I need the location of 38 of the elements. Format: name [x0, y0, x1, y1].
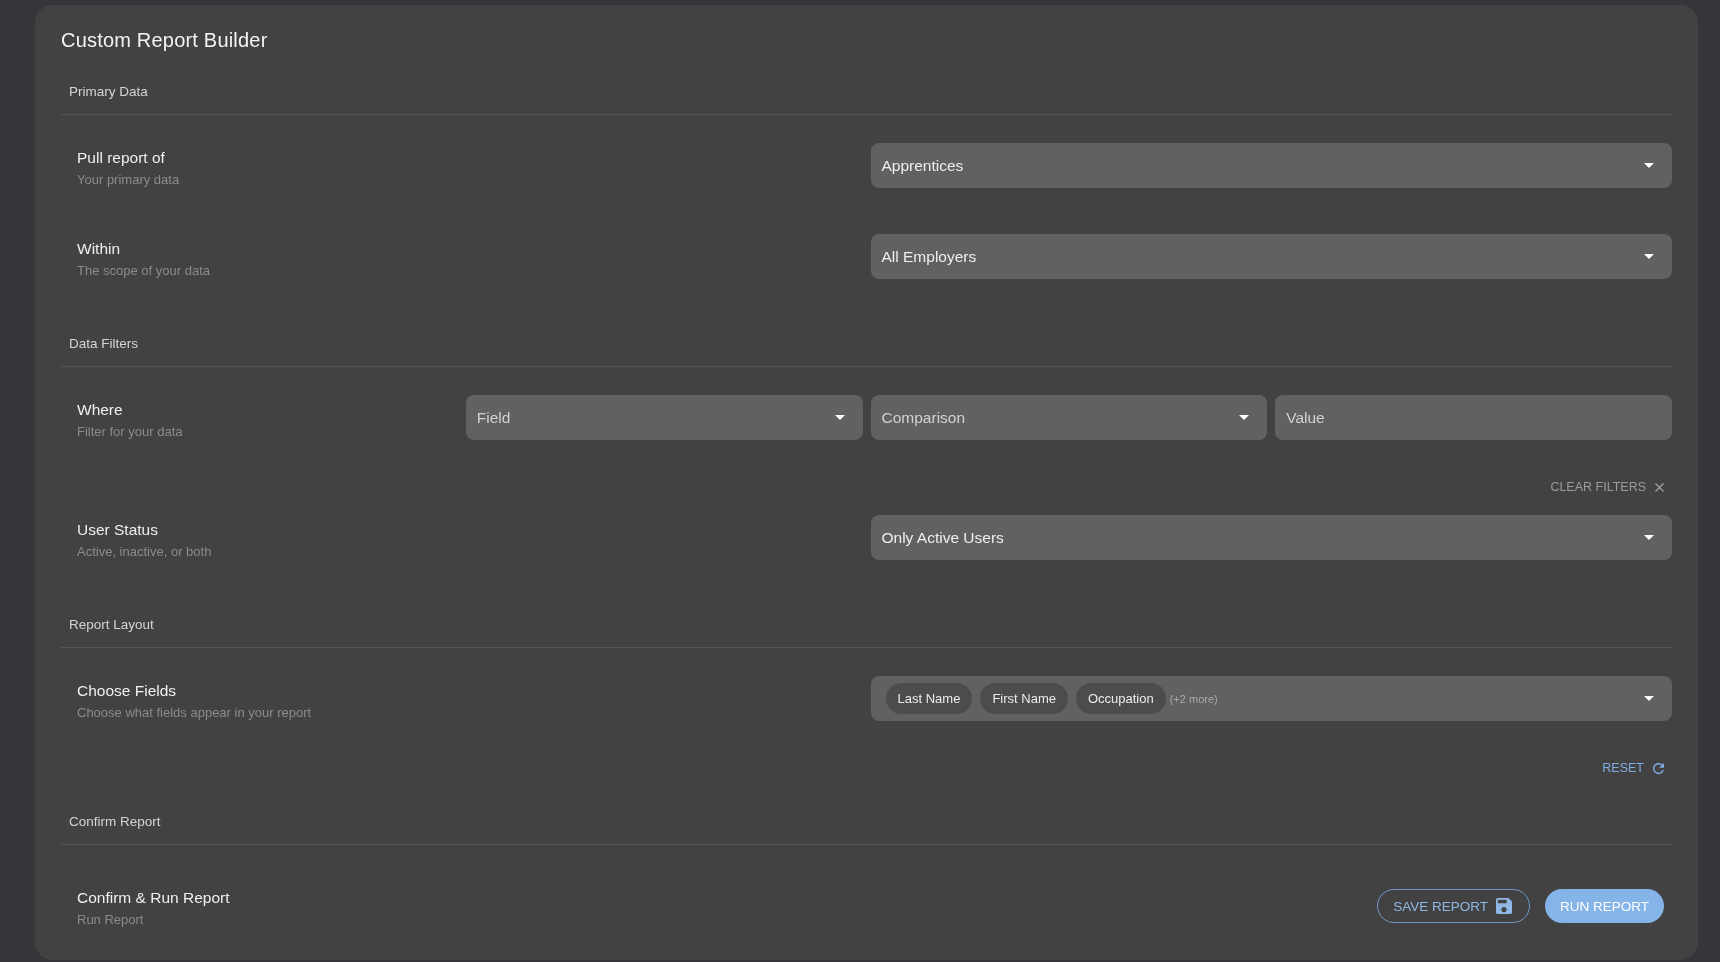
row-description: Filter for your data [77, 423, 183, 441]
fields-multiselect[interactable]: Last Name First Name Occupation (+2 more) [870, 676, 1672, 721]
row-description: Your primary data [77, 171, 180, 189]
dropdown-select[interactable]: Comparison [870, 395, 1268, 440]
clear-filters-button[interactable]: CLEAR FILTERS [1550, 477, 1664, 497]
row-description: Choose what fields appear in your report [77, 704, 312, 722]
row-description: Active, inactive, or both [77, 543, 212, 561]
row-label: Pull report of [77, 148, 165, 168]
page-title: Custom Report Builder [61, 28, 268, 52]
section-heading: Data Filters [69, 335, 139, 353]
section-heading: Primary Data [69, 83, 148, 101]
dropdown-select[interactable]: Only Active Users [870, 515, 1672, 560]
section-heading: Report Layout [69, 616, 154, 634]
field-chip: First Name [980, 683, 1068, 714]
row-description: Run Report [77, 911, 144, 929]
row-label: Where [77, 400, 123, 420]
section-heading: Confirm Report [69, 813, 161, 831]
caret-icon [1644, 254, 1654, 259]
caret-icon [834, 415, 845, 420]
dropdown-select[interactable]: All Employers [870, 234, 1672, 279]
row-label: Confirm & Run Report [77, 888, 230, 908]
field-chip: Last Name [885, 683, 973, 714]
caret-icon [1644, 535, 1654, 540]
caret-icon [1644, 696, 1654, 701]
value-input[interactable]: Value [1275, 395, 1672, 440]
more-count: (+2 more) [1169, 692, 1218, 705]
refresh-icon [1653, 762, 1664, 774]
row-label: Choose Fields [77, 681, 177, 701]
field-chip: Occupation [1075, 683, 1166, 714]
row-label: Within [77, 239, 121, 259]
row-description: The scope of your data [77, 262, 210, 280]
reset-button[interactable]: RESET [1602, 758, 1664, 778]
caret-icon [1239, 415, 1250, 420]
dropdown-select[interactable]: Field [465, 395, 863, 440]
dropdown-select[interactable]: Apprentices [870, 143, 1672, 188]
close-icon [1655, 482, 1664, 492]
caret-icon [1644, 163, 1654, 168]
row-label: User Status [77, 520, 158, 540]
